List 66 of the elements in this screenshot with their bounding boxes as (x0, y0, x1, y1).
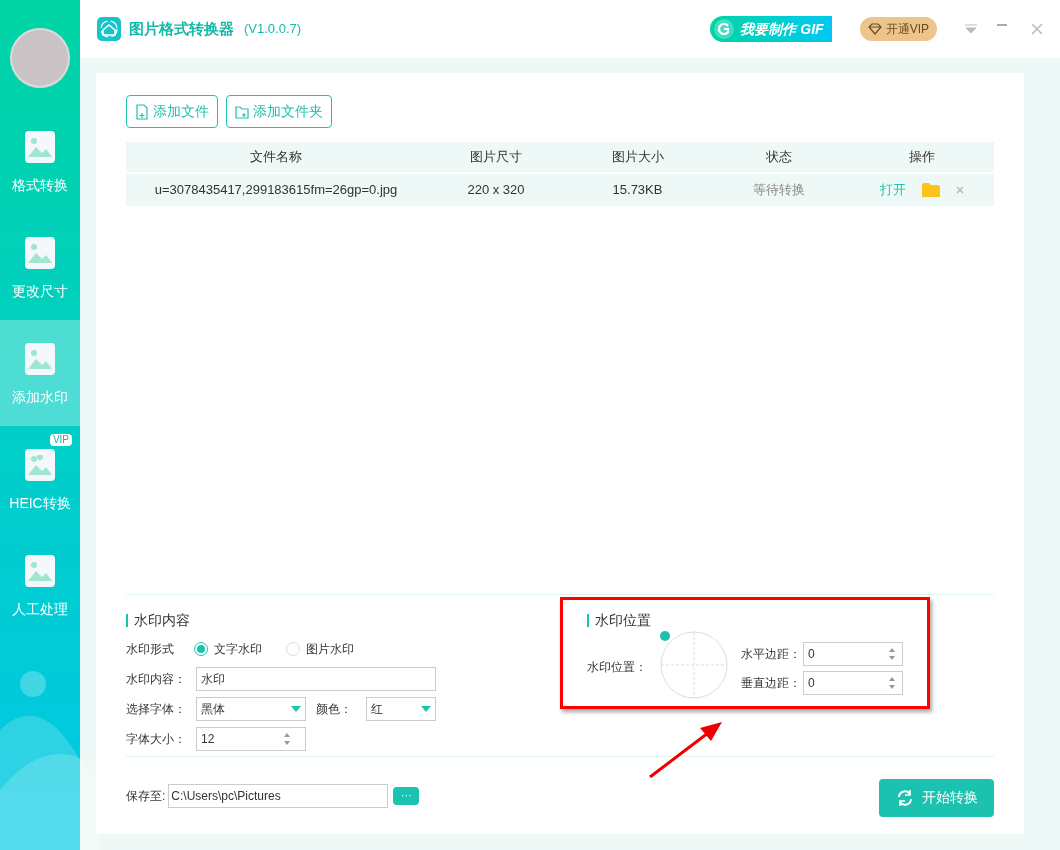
sidebar-item[interactable]: 格式转换 (0, 108, 80, 214)
sidebar-label: 格式转换 (12, 175, 68, 195)
diamond-icon (867, 23, 882, 35)
column-header: 图片大小 (566, 142, 709, 172)
table-cell-text: u=3078435417,299183615fm=26gp=0.jpg (153, 181, 399, 200)
app-title: 图片格式转换器 (129, 18, 234, 39)
column-header: 图片尺寸 (426, 142, 566, 172)
font-size-spinner[interactable]: 12 (196, 727, 306, 751)
field-label: 水印形式 (126, 641, 175, 658)
column-header: 操作 (849, 142, 994, 172)
field-label: 字体大小： (126, 731, 187, 748)
column-header: 状态 (709, 142, 849, 172)
spinner-arrows-icon[interactable] (283, 732, 291, 746)
minimize-icon[interactable] (997, 24, 1007, 26)
sidebar-label: 添加水印 (12, 387, 68, 407)
sidebar-item[interactable]: VIP HEIC转换 (0, 426, 80, 532)
status-cell-text: 等待转换 (752, 181, 806, 200)
app-logo-icon (97, 17, 121, 41)
file-plus-icon (135, 103, 149, 120)
field-label: 水印位置： (587, 659, 648, 676)
spinner-arrows-icon[interactable] (888, 646, 896, 661)
vertical-margin-spinner[interactable]: 0 (803, 670, 903, 695)
g-logo-icon (714, 19, 735, 39)
vip-badge: VIP (49, 434, 72, 446)
refresh-icon (895, 788, 914, 807)
table-cell-text: 220 x 320 (466, 181, 526, 200)
make-gif-button[interactable]: 我要制作 GIF (710, 16, 832, 42)
table-cell-text: 15.73KB (611, 181, 664, 200)
caret-icon (291, 706, 301, 712)
avatar[interactable] (10, 28, 70, 88)
caret-icon (421, 706, 431, 712)
field-label: 垂直边距： (741, 674, 802, 692)
app-version: (V1.0.0.7) (244, 20, 302, 39)
color-dropdown[interactable]: 红 (366, 697, 436, 721)
add-file-button[interactable]: 添加文件 (126, 95, 218, 128)
sidebar-label: 更改尺寸 (12, 281, 68, 301)
field-label: 保存至: (126, 787, 166, 805)
field-label: 水平边距： (741, 645, 802, 663)
watermark-text-field[interactable]: 水印 (196, 667, 436, 691)
radio-option[interactable]: 文字水印 (194, 640, 262, 658)
save-path-field[interactable]: C:\Users\pc\Pictures (168, 783, 389, 808)
sidebar-label: 人工处理 (12, 599, 68, 619)
font-dropdown[interactable]: 黑体 (196, 697, 306, 721)
browse-button[interactable]: ··· (393, 786, 420, 805)
start-convert-button[interactable]: 开始转换 (879, 778, 994, 817)
column-header: 文件名称 (126, 142, 426, 172)
field-label: 颜色： (316, 701, 353, 718)
section-title: 水印位置 (595, 611, 651, 630)
sidebar-item[interactable]: 人工处理 (0, 532, 80, 638)
open-link[interactable]: 打开 (879, 180, 906, 200)
folder-icon[interactable] (921, 183, 940, 197)
horizontal-margin-spinner[interactable]: 0 (803, 641, 903, 666)
section-title: 水印内容 (134, 611, 190, 630)
field-label: 水印内容： (126, 671, 187, 688)
dropdown-menu-icon[interactable] (965, 24, 977, 34)
sidebar-item[interactable]: 添加水印 (0, 320, 80, 426)
spinner-arrows-icon[interactable] (888, 675, 896, 690)
folder-plus-icon (235, 103, 249, 120)
close-icon[interactable] (1031, 23, 1043, 35)
add-folder-button[interactable]: 添加文件夹 (226, 95, 332, 128)
radio-option[interactable]: 图片水印 (286, 640, 354, 658)
field-label: 选择字体： (126, 701, 187, 718)
vip-button[interactable]: 开通VIP (859, 17, 937, 41)
sidebar-label: HEIC转换 (9, 493, 71, 513)
remove-icon[interactable] (955, 186, 964, 194)
sidebar-item[interactable]: 更改尺寸 (0, 214, 80, 320)
